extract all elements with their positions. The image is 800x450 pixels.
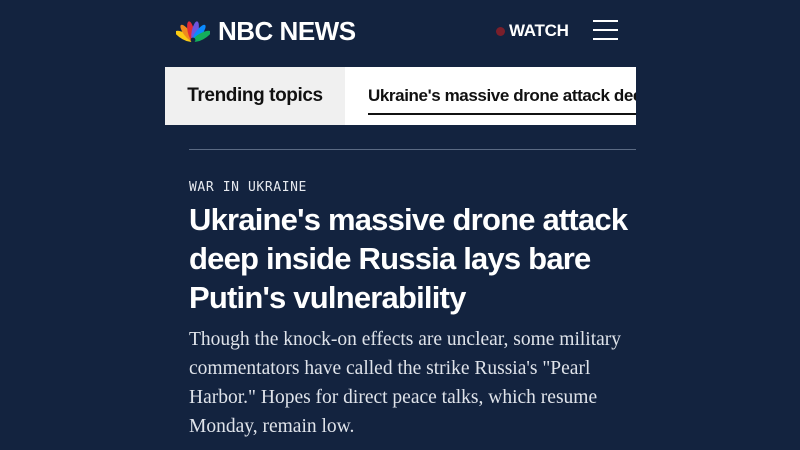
article-dek: Though the knock-on effects are unclear,… (189, 329, 622, 437)
trending-topics-label: Trending topics (165, 67, 345, 125)
trending-topic-link[interactable]: Ukraine's massive drone attack dee (368, 84, 636, 115)
menu-bar (593, 38, 618, 40)
logo-text: NBC NEWS (218, 16, 356, 46)
article-kicker[interactable]: WAR IN UKRAINE (189, 180, 307, 195)
site-header: NBC NEWS WATCH (0, 0, 800, 62)
section-divider (189, 149, 636, 150)
peacock-icon (176, 21, 210, 43)
trending-topics-bar: Trending topics Ukraine's massive drone … (165, 67, 636, 125)
menu-bar (593, 20, 618, 22)
watch-link[interactable]: WATCH (496, 18, 569, 44)
hamburger-menu-icon[interactable] (593, 19, 618, 41)
live-dot-icon (496, 26, 505, 36)
menu-bar (593, 29, 618, 31)
nbc-news-logo[interactable]: NBC NEWS (176, 14, 356, 48)
watch-label: WATCH (509, 21, 569, 40)
article-headline[interactable]: Ukraine's massive drone attack deep insi… (189, 200, 629, 317)
